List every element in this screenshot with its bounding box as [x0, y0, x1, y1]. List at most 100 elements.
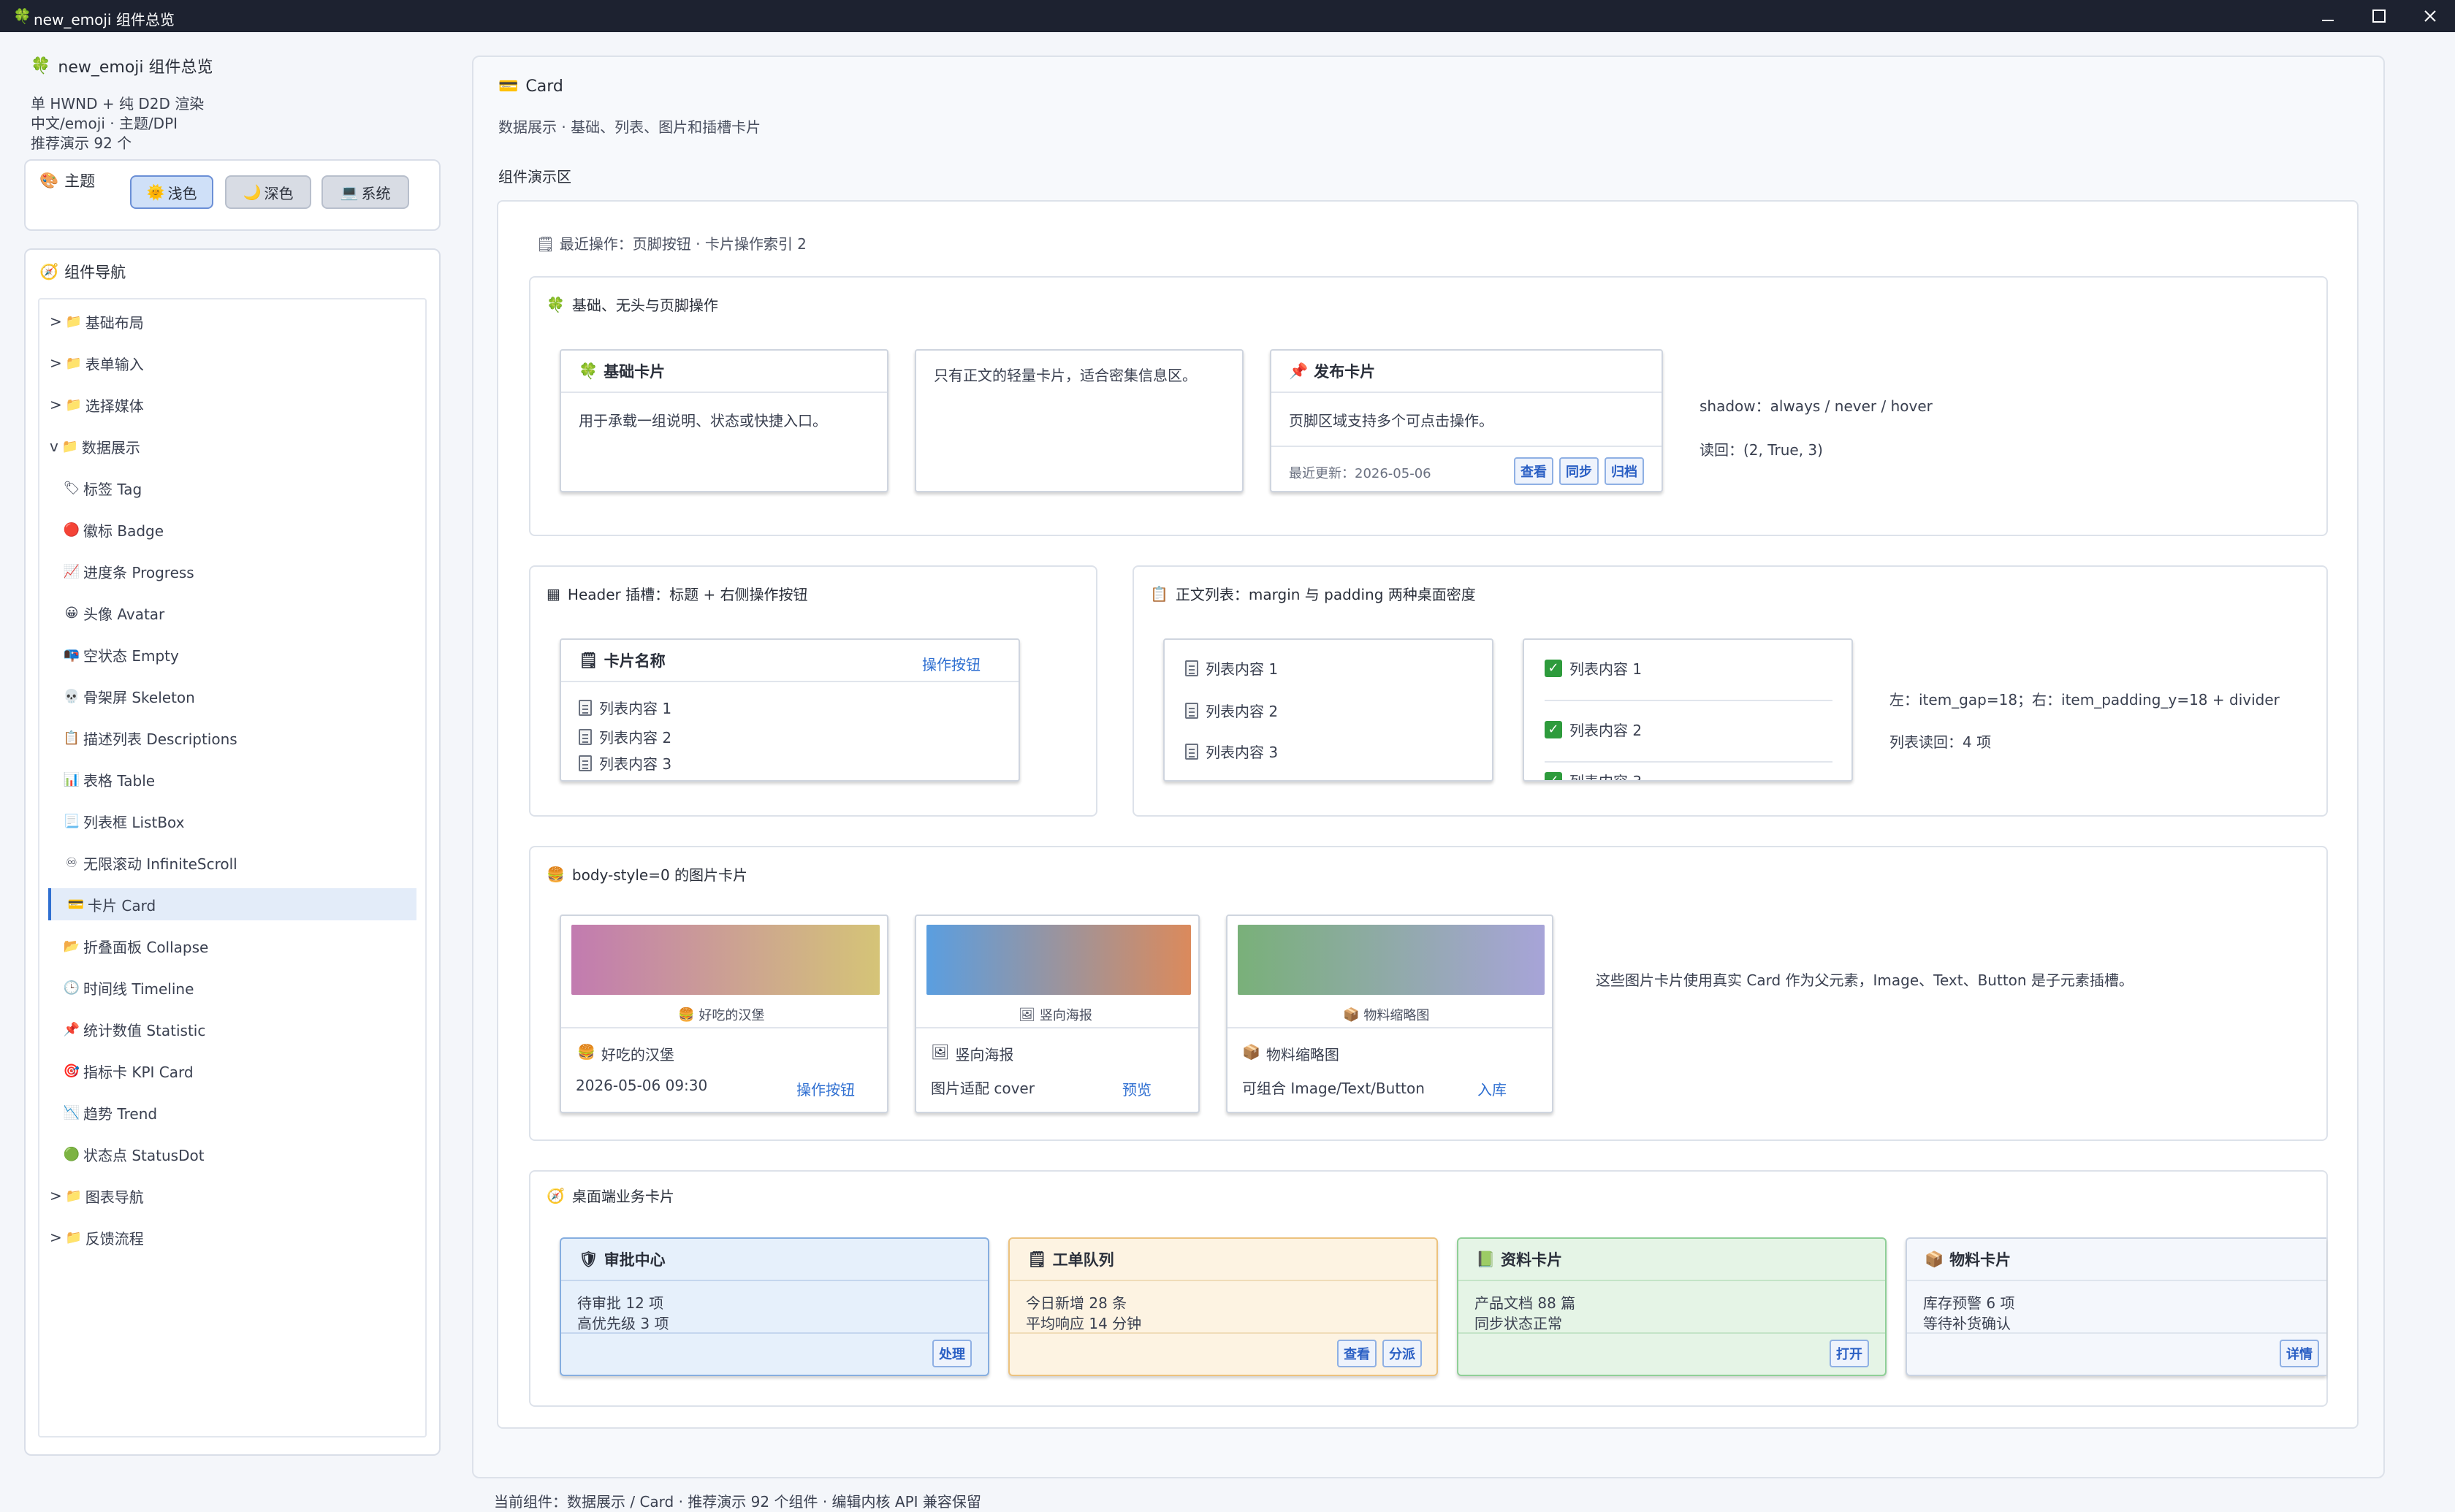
headless-card[interactable]: 只有正文的轻量卡片，适合密集信息区。	[915, 349, 1244, 492]
header-action-button[interactable]: 操作按钮	[922, 653, 981, 674]
list-item: 列表内容 2	[579, 726, 671, 747]
approval-card[interactable]: 🛡 审批中心 待审批 12 项 高优先级 3 项 处理	[560, 1237, 989, 1376]
nav-item[interactable]: 💳 卡片 Card	[48, 888, 416, 920]
computer-icon: 💻	[340, 183, 359, 201]
nav-item-label: 指标卡 KPI Card	[83, 1063, 194, 1081]
app-title-text: new_emoji 组件总览	[58, 58, 213, 77]
collapsed-arrow-icon: >	[50, 313, 62, 330]
view-button[interactable]: 查看	[1514, 457, 1553, 485]
docs-card[interactable]: 📗 资料卡片 产品文档 88 篇 同步状态正常 打开	[1457, 1237, 1887, 1376]
nav-item[interactable]: v 📁 数据展示	[50, 430, 415, 462]
sync-button[interactable]: 同步	[1559, 457, 1599, 485]
section-image-cards-title-text: body-style=0 的图片卡片	[571, 866, 748, 884]
nav-item[interactable]: > 📁 基础布局	[50, 305, 415, 337]
nav-item[interactable]: 📌 统计数值 Statistic	[63, 1013, 428, 1045]
approval-card-title: 审批中心	[604, 1251, 666, 1269]
process-button[interactable]: 处理	[932, 1340, 972, 1367]
image-card[interactable]: 🍔 好吃的汉堡 🍔 好吃的汉堡 2026-05-06 09:30 操作按钮	[560, 915, 888, 1113]
list-item-text: 列表内容 1	[1206, 660, 1279, 678]
section-basic-title: 🍀 基础、无头与页脚操作	[547, 294, 718, 315]
nav-item-label: 头像 Avatar	[83, 605, 165, 623]
nav-item[interactable]: 📃 列表框 ListBox	[63, 805, 428, 837]
theme-label: 🎨 主题	[39, 169, 95, 191]
header-slot-card[interactable]: 🗒 卡片名称 操作按钮 列表内容 1 列表内容 2 列表内容 3	[560, 638, 1020, 782]
image-card-action[interactable]: 入库	[1477, 1078, 1507, 1099]
nav-item[interactable]: 🏷 标签 Tag	[63, 472, 428, 504]
document-icon	[579, 699, 592, 716]
expanded-arrow-icon: v	[50, 438, 58, 455]
collapsed-arrow-icon: >	[50, 354, 62, 372]
nav-item-icon: 🎯	[63, 1063, 80, 1079]
card-icon: 💳	[498, 77, 519, 96]
burger-icon: 🍔	[547, 865, 565, 883]
nav-item[interactable]: > 📁 反馈流程	[50, 1221, 415, 1253]
nav-item[interactable]: 📋 描述列表 Descriptions	[63, 722, 428, 754]
nav-item[interactable]: 🕒 时间线 Timeline	[63, 971, 428, 1004]
margin-list-card[interactable]: 列表内容 1 列表内容 2 列表内容 3	[1163, 638, 1493, 782]
material-card[interactable]: 📦 物料卡片 库存预警 6 项 等待补货确认 详情	[1906, 1237, 2326, 1376]
nav-item[interactable]: 📉 趋势 Trend	[63, 1096, 428, 1129]
nav-tree[interactable]: > 📁 基础布局 > 📁 表单输入 > 📁 选择媒体 v 📁 数据展示 🏷 标签 Tag 🔴 徽标 Badge…	[38, 298, 427, 1437]
approval-card-header: 🛡 审批中心	[561, 1239, 988, 1281]
shield-icon: 🛡	[579, 1250, 598, 1268]
assign-button[interactable]: 分派	[1382, 1340, 1422, 1367]
last-operation: 🗒 最近操作：页脚按钮 · 卡片操作索引 2	[536, 235, 807, 253]
image-card-action[interactable]: 操作按钮	[796, 1078, 855, 1099]
nav-item[interactable]: > 📁 选择媒体	[50, 389, 415, 421]
nav-item-icon: 📊	[63, 771, 80, 787]
image-caption-text: 物料缩略图	[1363, 1008, 1430, 1023]
nav-item[interactable]: > 📁 表单输入	[50, 347, 415, 379]
image-card-title-text: 好吃的汉堡	[601, 1046, 674, 1064]
image-card[interactable]: 🖼 竖向海报 🖼 竖向海报 图片适配 cover 预览	[915, 915, 1200, 1113]
picture-icon: 🖼	[931, 1043, 950, 1061]
checkbox-icon: ✓	[1545, 659, 1562, 677]
image-card-action[interactable]: 预览	[1122, 1078, 1152, 1099]
nav-item[interactable]: 📊 表格 Table	[63, 763, 428, 795]
nav-item-icon: 📁	[65, 397, 82, 413]
archive-button[interactable]: 归档	[1605, 457, 1644, 485]
nav-label-text: 组件导航	[64, 264, 126, 281]
nav-item[interactable]: 💀 骨架屏 Skeleton	[63, 680, 428, 712]
nav-item[interactable]: 🎯 指标卡 KPI Card	[63, 1055, 428, 1087]
view-button[interactable]: 查看	[1337, 1340, 1377, 1367]
theme-dark-button[interactable]: 🌙 深色	[225, 175, 311, 209]
nav-item[interactable]: 🔴 徽标 Badge	[63, 513, 428, 546]
padding-list-card[interactable]: ✓ 列表内容 1 ✓ 列表内容 2 ✓ 列表内容 3	[1523, 638, 1853, 782]
list-item: ✓ 列表内容 3	[1545, 770, 1642, 780]
nav-item[interactable]: 📂 折叠面板 Collapse	[63, 930, 428, 962]
nav-item[interactable]: 📭 空状态 Empty	[63, 638, 428, 671]
nav-item-label: 时间线 Timeline	[83, 980, 194, 998]
theme-system-label: 系统	[361, 184, 391, 202]
list-divider	[1545, 700, 1832, 701]
compass-icon: 🧭	[39, 262, 59, 280]
nav-item[interactable]: 🟢 状态点 StatusDot	[63, 1138, 428, 1170]
nav-item-label: 描述列表 Descriptions	[83, 730, 237, 748]
open-button[interactable]: 打开	[1830, 1340, 1869, 1367]
ticket-queue-card[interactable]: 🗒 工单队列 今日新增 28 条 平均响应 14 分钟 查看 分派	[1008, 1237, 1438, 1376]
image-card-meta: 图片适配 cover	[931, 1080, 1035, 1097]
nav-item[interactable]: 😀 头像 Avatar	[63, 597, 428, 629]
app-title: 🍀 new_emoji 组件总览	[31, 54, 213, 77]
nav-item-icon: 📋	[63, 730, 80, 746]
details-button[interactable]: 详情	[2280, 1340, 2319, 1367]
nav-item-label: 表单输入	[85, 355, 144, 373]
footer-card-updated: 最近更新：2026-05-06	[1289, 466, 1431, 481]
close-button[interactable]	[2407, 0, 2454, 32]
image-card-title-text: 物料缩略图	[1265, 1046, 1339, 1064]
nav-item[interactable]: > 📁 图表导航	[50, 1180, 415, 1212]
section-business-cards-title-text: 桌面端业务卡片	[571, 1188, 674, 1205]
basic-card[interactable]: 🍀 基础卡片 用于承载一组说明、状态或快捷入口。	[560, 349, 888, 492]
minimize-button[interactable]	[2304, 0, 2351, 32]
nav-item[interactable]: 📈 进度条 Progress	[63, 555, 428, 587]
theme-dark-label: 深色	[264, 184, 294, 202]
maximize-button[interactable]	[2356, 0, 2402, 32]
page-title-text: Card	[525, 77, 563, 96]
theme-light-button[interactable]: 🌞 浅色	[130, 175, 213, 209]
nav-item[interactable]: ♾ 无限滚动 InfiniteScroll	[63, 847, 428, 879]
theme-system-button[interactable]: 💻 系统	[321, 175, 409, 209]
sun-icon: 🌞	[146, 183, 165, 201]
basic-card-body: 用于承载一组说明、状态或快捷入口。	[579, 412, 827, 429]
footer-card[interactable]: 📌 发布卡片 页脚区域支持多个可点击操作。 最近更新：2026-05-06 查看…	[1270, 349, 1663, 492]
burger-icon: 🍔	[678, 1007, 695, 1023]
image-card[interactable]: 📦 物料缩略图 📦 物料缩略图 可组合 Image/Text/Button 入库	[1226, 915, 1553, 1113]
